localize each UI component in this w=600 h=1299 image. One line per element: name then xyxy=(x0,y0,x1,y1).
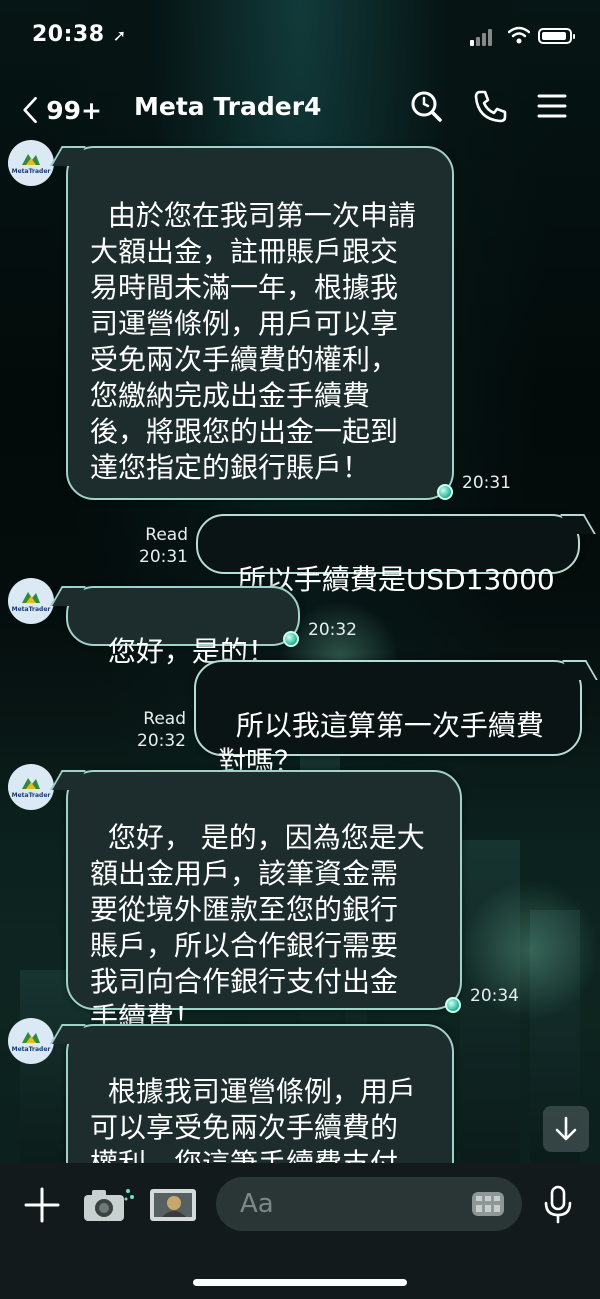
metatrader-logo-icon xyxy=(22,778,40,789)
avatar[interactable]: MetaTrader xyxy=(8,578,54,624)
avatar[interactable]: MetaTrader xyxy=(8,764,54,810)
avatar[interactable]: MetaTrader xyxy=(8,140,54,186)
status-time: 20:38 ➚ xyxy=(32,22,127,47)
metatrader-logo-icon xyxy=(22,154,40,165)
message-status-dot-icon xyxy=(437,484,453,500)
microphone-icon[interactable] xyxy=(543,1185,573,1225)
message-time: 20:31 xyxy=(462,473,511,493)
message-bubble-incoming[interactable]: 由於您在我司第一次申請 大額出金，註冊賬戶跟交 易時間未滿一年，根據我 司運營條… xyxy=(66,146,454,500)
message-status-dot-icon xyxy=(283,631,299,647)
message-bubble-incoming[interactable]: 您好，是的！ xyxy=(66,586,300,668)
home-indicator xyxy=(193,1279,407,1286)
message-text: 由於您在我司第一次申請 大額出金，註冊賬戶跟交 易時間未滿一年，根據我 司運營條… xyxy=(90,199,416,484)
message-bubble-incoming[interactable]: 您好， 是的，因為您是大 額出金用戶，該筆資金需 要從境外匯款至您的銀行 賬戶，… xyxy=(66,770,462,1034)
read-receipt: Read 20:31 xyxy=(139,525,188,567)
chat-header: 99+ Meta Trader4 xyxy=(0,80,600,136)
message-time: 20:32 xyxy=(308,620,357,640)
menu-icon[interactable] xyxy=(534,88,570,124)
phone-icon[interactable] xyxy=(472,88,508,124)
message-status-dot-icon xyxy=(445,997,461,1013)
search-icon[interactable] xyxy=(408,88,444,124)
message-bubble-outgoing[interactable]: 所以手續費是USD13000 xyxy=(196,514,580,596)
camera-icon[interactable] xyxy=(82,1185,136,1225)
message-input-placeholder: Aa xyxy=(240,1189,274,1219)
chevron-left-icon xyxy=(23,96,37,124)
message-bubble-outgoing[interactable]: 所以我這算第一次手續費 對嗎？ xyxy=(194,660,582,778)
location-icon: ➚ xyxy=(112,26,127,45)
wifi-icon xyxy=(508,26,530,44)
avatar-brand: MetaTrader xyxy=(11,168,51,175)
metatrader-logo-icon xyxy=(22,1032,40,1043)
cellular-signal-icon xyxy=(470,28,498,46)
message-time: 20:34 xyxy=(470,986,519,1006)
metatrader-logo-icon xyxy=(22,592,40,603)
message-input[interactable]: Aa xyxy=(216,1177,522,1231)
message-text: 您好， 是的，因為您是大 額出金用戶，該筆資金需 要從境外匯款至您的銀行 賬戶，… xyxy=(90,821,425,1034)
back-button[interactable]: 99+ xyxy=(22,90,102,130)
gallery-icon[interactable] xyxy=(148,1185,198,1225)
arrow-down-icon xyxy=(555,1116,577,1141)
sticker-icon[interactable] xyxy=(470,1190,506,1218)
read-receipt: Read 20:32 xyxy=(137,709,186,751)
avatar-brand: MetaTrader xyxy=(11,606,51,613)
battery-icon xyxy=(538,28,575,44)
status-bar: 20:38 ➚ xyxy=(0,0,600,70)
scroll-to-bottom-button[interactable] xyxy=(543,1106,589,1152)
avatar[interactable]: MetaTrader xyxy=(8,1018,54,1064)
plus-icon[interactable] xyxy=(24,1187,60,1223)
chat-title: Meta Trader4 xyxy=(134,92,322,121)
avatar-brand: MetaTrader xyxy=(11,1046,51,1053)
unread-count: 99+ xyxy=(46,95,102,125)
avatar-brand: MetaTrader xyxy=(11,792,51,799)
